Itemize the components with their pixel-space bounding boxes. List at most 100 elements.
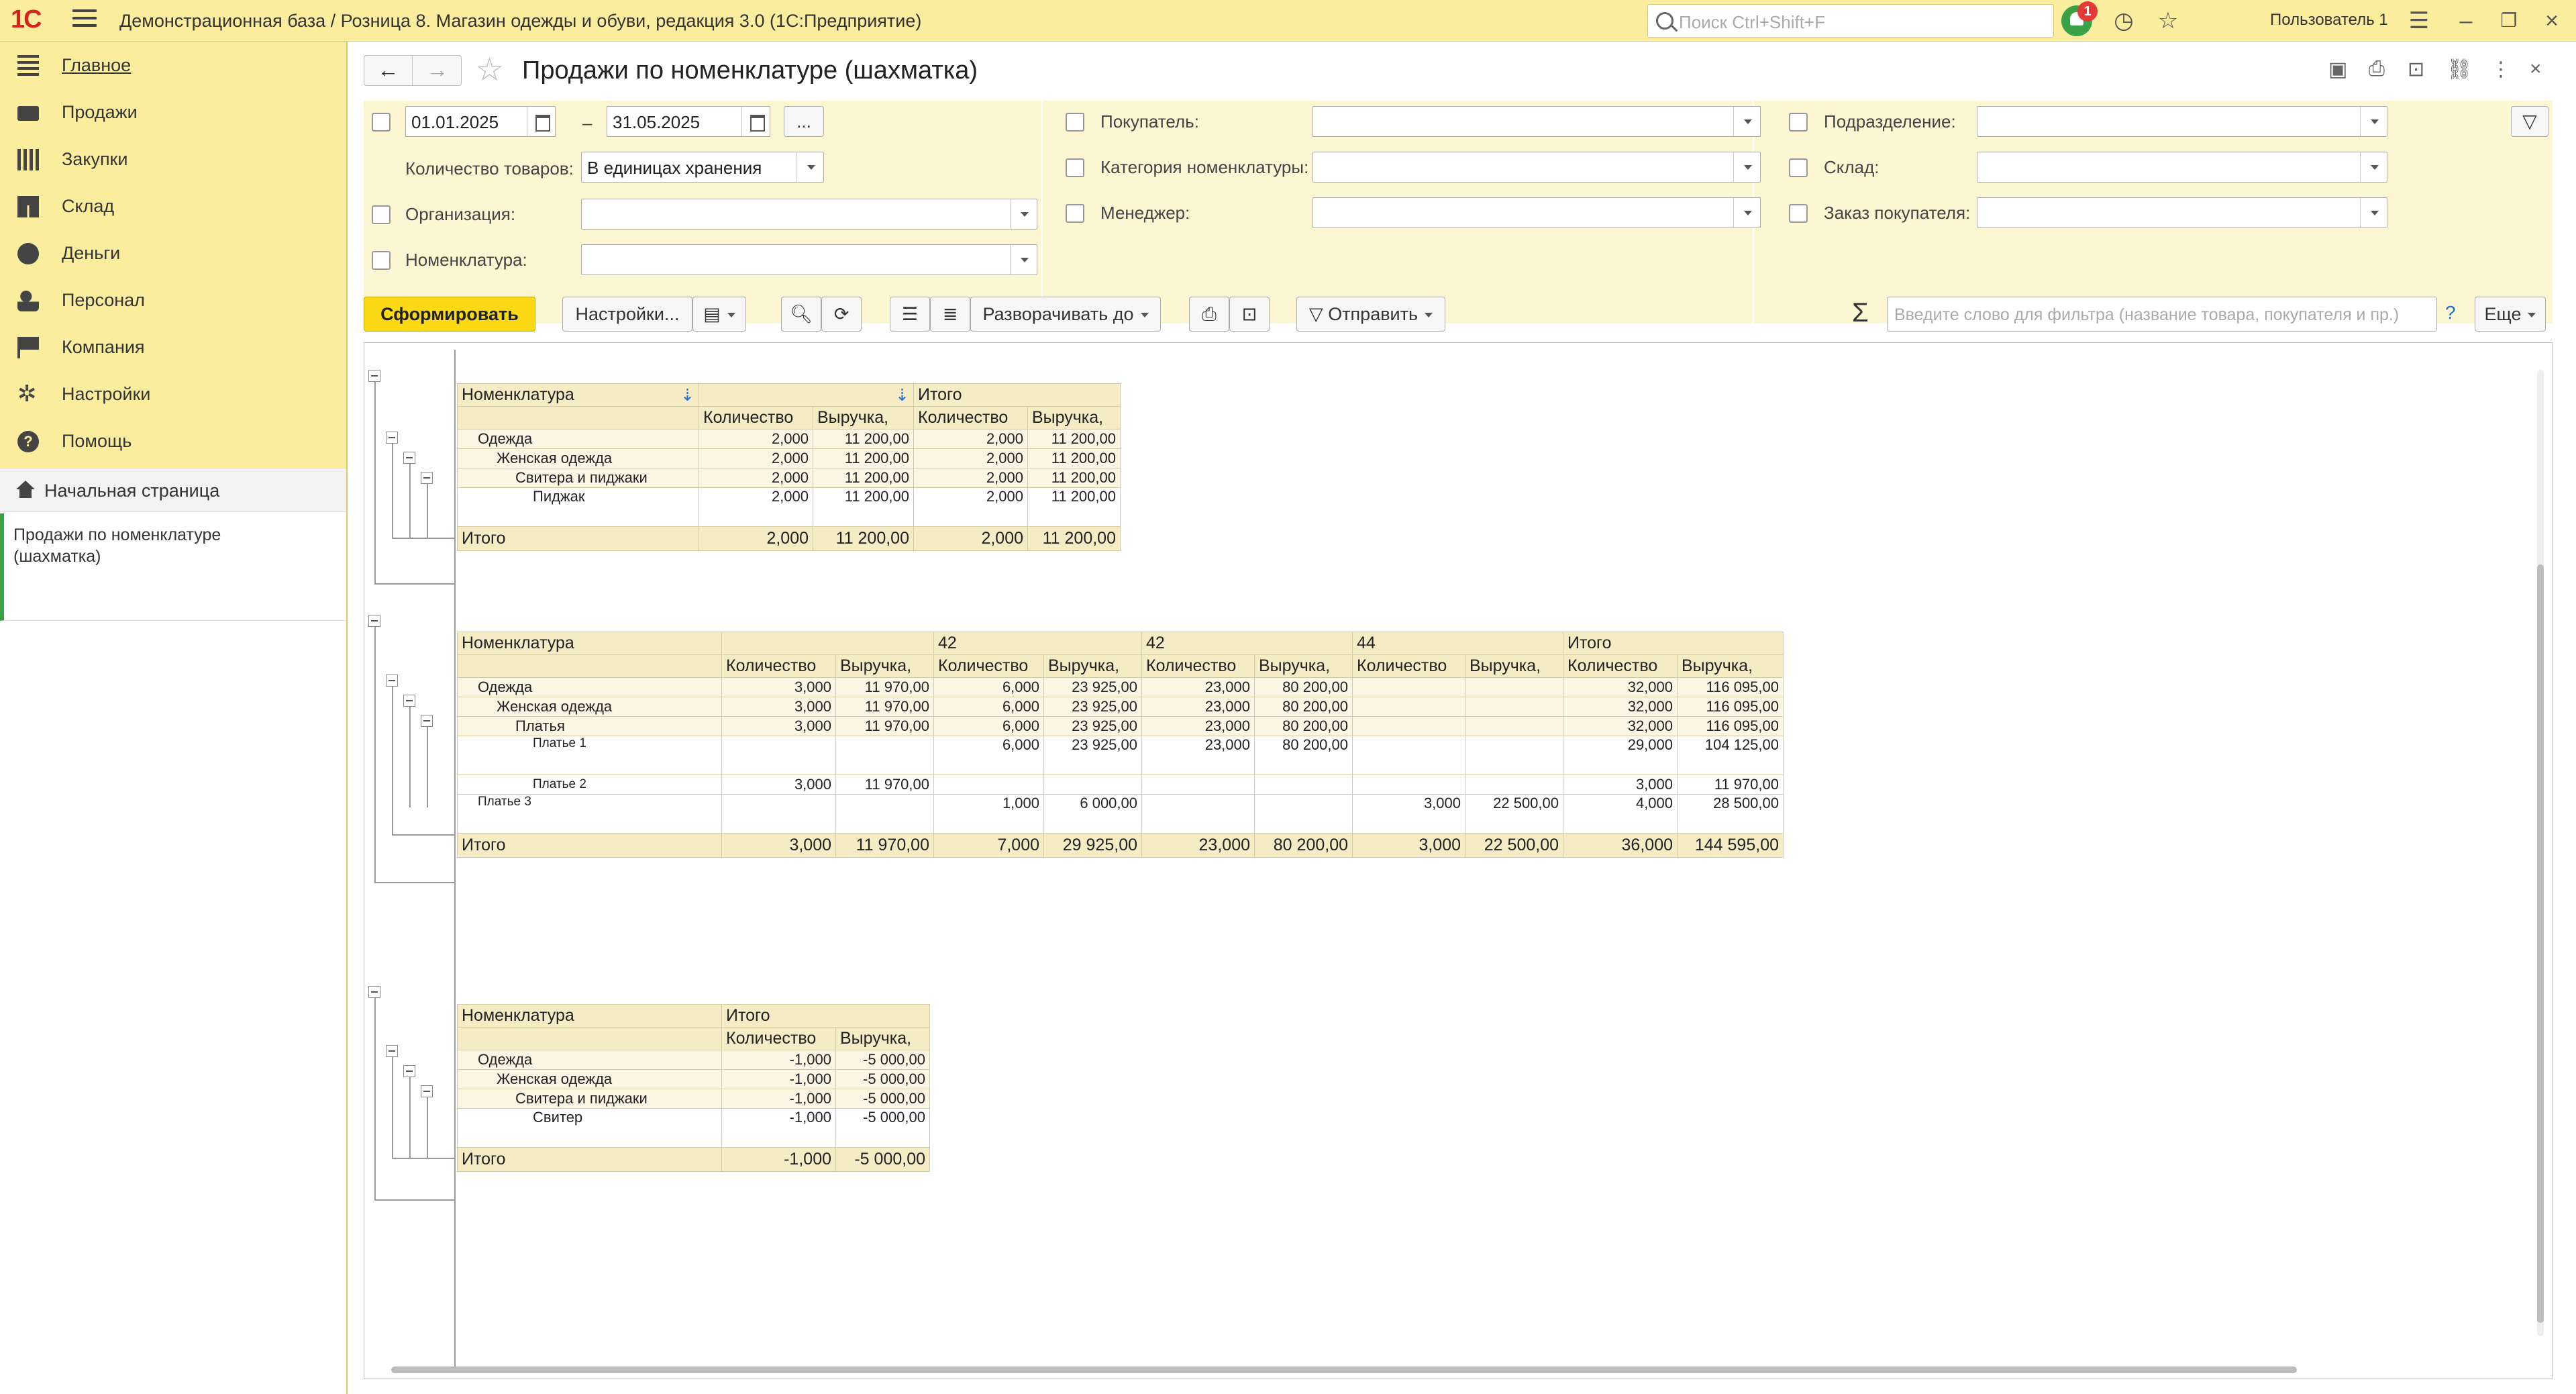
period-checkbox[interactable] xyxy=(372,113,391,132)
generate-report-button[interactable]: Сформировать xyxy=(364,297,535,332)
table-row[interactable]: Платья 3,000 11 970,00 6,000 23 925,00 2… xyxy=(457,716,1784,736)
date-to-field[interactable]: 31.05.2025 xyxy=(607,106,770,137)
collapse-group-icon[interactable] xyxy=(368,986,380,998)
calendar-icon[interactable] xyxy=(527,107,555,136)
print-icon[interactable]: ⎙ xyxy=(2369,58,2385,81)
buyer-field[interactable] xyxy=(1312,106,1761,137)
expand-groups-button[interactable]: ≣ xyxy=(930,297,970,332)
filter-settings-button[interactable]: ▽ xyxy=(2511,106,2548,137)
user-name[interactable]: Пользователь 1 xyxy=(2270,11,2388,30)
category-checkbox[interactable] xyxy=(1066,158,1084,177)
table-row[interactable]: Женская одежда 3,000 11 970,00 6,000 23 … xyxy=(457,697,1784,717)
global-search-input[interactable]: Поиск Ctrl+Shift+F xyxy=(1647,4,2054,38)
division-field[interactable] xyxy=(1977,106,2387,137)
sidebar-item-sales[interactable]: Продажи xyxy=(0,89,346,136)
chevron-down-icon[interactable] xyxy=(1733,152,1760,182)
order-checkbox[interactable] xyxy=(1789,204,1808,223)
sidebar-item-warehouse[interactable]: Склад xyxy=(0,183,346,230)
vertical-scrollbar[interactable] xyxy=(2532,343,2548,1377)
organization-checkbox[interactable] xyxy=(372,205,391,224)
collapse-group-icon[interactable] xyxy=(386,675,398,687)
chevron-down-icon[interactable] xyxy=(1733,198,1760,228)
nomenclature-field[interactable] xyxy=(581,244,1037,275)
scrollbar-thumb[interactable] xyxy=(391,1366,2297,1373)
collapse-group-icon[interactable] xyxy=(368,370,380,382)
chevron-down-icon[interactable] xyxy=(796,152,823,182)
sort-icon[interactable]: ⇣ xyxy=(895,386,909,405)
sidebar-item-money[interactable]: Деньги xyxy=(0,230,346,277)
report-filter-input[interactable]: Введите слово для фильтра (название това… xyxy=(1887,297,2437,332)
table-row[interactable]: Одежда 2,000 11 200,00 2,000 11 200,00 xyxy=(457,429,1121,449)
forward-arrow-icon[interactable]: → xyxy=(413,56,462,85)
close-form-icon[interactable]: × xyxy=(2530,58,2542,81)
totals-row[interactable]: Итого -1,000 -5 000,00 xyxy=(457,1147,930,1172)
table-row[interactable]: Свитер -1,000 -5 000,00 xyxy=(457,1108,930,1148)
chevron-down-icon[interactable] xyxy=(1010,199,1037,229)
collapse-group-icon[interactable] xyxy=(368,615,380,627)
link-icon[interactable]: ⛓ xyxy=(2446,58,2472,81)
chevron-down-icon[interactable] xyxy=(2360,107,2387,136)
horizontal-scrollbar[interactable] xyxy=(378,1365,2525,1375)
warehouse-checkbox[interactable] xyxy=(1789,158,1808,177)
find-button[interactable]: 🔍︎ xyxy=(781,297,821,332)
date-from-field[interactable]: 01.01.2025 xyxy=(405,106,556,137)
buyer-checkbox[interactable] xyxy=(1066,113,1084,132)
warehouse-field[interactable] xyxy=(1977,152,2387,183)
manager-checkbox[interactable] xyxy=(1066,204,1084,223)
variants-button[interactable]: ▤ xyxy=(692,297,746,332)
table-row[interactable]: Одежда -1,000 -5 000,00 xyxy=(457,1050,930,1070)
division-checkbox[interactable] xyxy=(1789,113,1808,132)
table-row[interactable]: Платье 3 1,000 6 000,00 3,000 22 500,00 … xyxy=(457,794,1784,834)
expand-to-button[interactable]: Разворачивать до xyxy=(970,297,1161,332)
table-row[interactable]: Женская одежда 2,000 11 200,00 2,000 11 … xyxy=(457,448,1121,468)
collapse-group-icon[interactable] xyxy=(421,472,433,484)
home-page-link[interactable]: Начальная страница xyxy=(0,468,346,512)
report-spreadsheet[interactable]: Номенклатура ⇣ ⇣ Итого Количество Выручка… xyxy=(364,342,2553,1379)
collapse-groups-button[interactable]: ☰ xyxy=(890,297,930,332)
help-link[interactable]: ? xyxy=(2445,302,2456,323)
chevron-down-icon[interactable] xyxy=(2360,198,2387,228)
send-button[interactable]: ▽ Отправить xyxy=(1296,297,1445,332)
print-button[interactable]: ⎙ xyxy=(1189,297,1229,332)
chevron-down-icon[interactable] xyxy=(1733,107,1760,136)
table-row[interactable]: Платье 2 3,000 11 970,00 3,000 11 970,00 xyxy=(457,775,1784,795)
manager-field[interactable] xyxy=(1312,197,1761,228)
collapse-group-icon[interactable] xyxy=(403,1065,415,1077)
table-row[interactable]: Свитера и пиджаки 2,000 11 200,00 2,000 … xyxy=(457,468,1121,488)
more-vertical-icon[interactable]: ⋮ xyxy=(2491,58,2511,81)
chevron-down-icon[interactable] xyxy=(1010,245,1037,275)
close-window-icon[interactable]: × xyxy=(2539,8,2565,34)
table-row[interactable]: Платье 1 6,000 23 925,00 23,000 80 200,0… xyxy=(457,736,1784,775)
settings-button[interactable]: Настройки... xyxy=(562,297,692,332)
chevron-down-icon[interactable] xyxy=(2360,152,2387,182)
sidebar-item-settings[interactable]: ✲ Настройки xyxy=(0,370,346,417)
menu-icon[interactable] xyxy=(72,9,97,30)
collapse-group-icon[interactable] xyxy=(421,715,433,727)
notifications-bell-icon[interactable]: 1 xyxy=(2061,1,2098,36)
collapse-group-icon[interactable] xyxy=(403,695,415,707)
favorites-star-icon[interactable]: ☆ xyxy=(2155,8,2181,34)
collapse-group-icon[interactable] xyxy=(386,432,398,444)
history-icon[interactable]: ◷ xyxy=(2111,8,2136,34)
sidebar-item-company[interactable]: Компания xyxy=(0,323,346,370)
table-row[interactable]: Свитера и пиджаки -1,000 -5 000,00 xyxy=(457,1089,930,1109)
table-row[interactable]: Одежда 3,000 11 970,00 6,000 23 925,00 2… xyxy=(457,677,1784,697)
header-nomenclature[interactable]: Номенклатура ⇣ xyxy=(457,383,699,407)
collapse-group-icon[interactable] xyxy=(386,1045,398,1057)
order-field[interactable] xyxy=(1977,197,2387,228)
find-next-button[interactable]: ⟳ xyxy=(821,297,862,332)
totals-row[interactable]: Итого 2,000 11 200,00 2,000 11 200,00 xyxy=(457,526,1121,551)
back-arrow-icon[interactable]: ← xyxy=(364,56,413,85)
sum-icon[interactable]: Σ xyxy=(1852,298,1869,328)
totals-row[interactable]: Итого 3,000 11 970,00 7,000 29 925,00 23… xyxy=(457,833,1784,858)
favorite-star-icon[interactable]: ☆ xyxy=(475,51,504,89)
settings-menu-icon[interactable]: ☰ xyxy=(2406,8,2432,34)
collapse-group-icon[interactable] xyxy=(403,452,415,464)
preview-icon[interactable]: ⊡ xyxy=(2408,58,2424,81)
sidebar-item-main[interactable]: Главное xyxy=(0,42,346,89)
category-field[interactable] xyxy=(1312,152,1761,183)
collapse-group-icon[interactable] xyxy=(421,1085,433,1097)
sidebar-item-purchases[interactable]: Закупки xyxy=(0,136,346,183)
minimize-icon[interactable]: – xyxy=(2453,8,2479,34)
qty-select[interactable]: В единицах хранения xyxy=(581,152,824,183)
